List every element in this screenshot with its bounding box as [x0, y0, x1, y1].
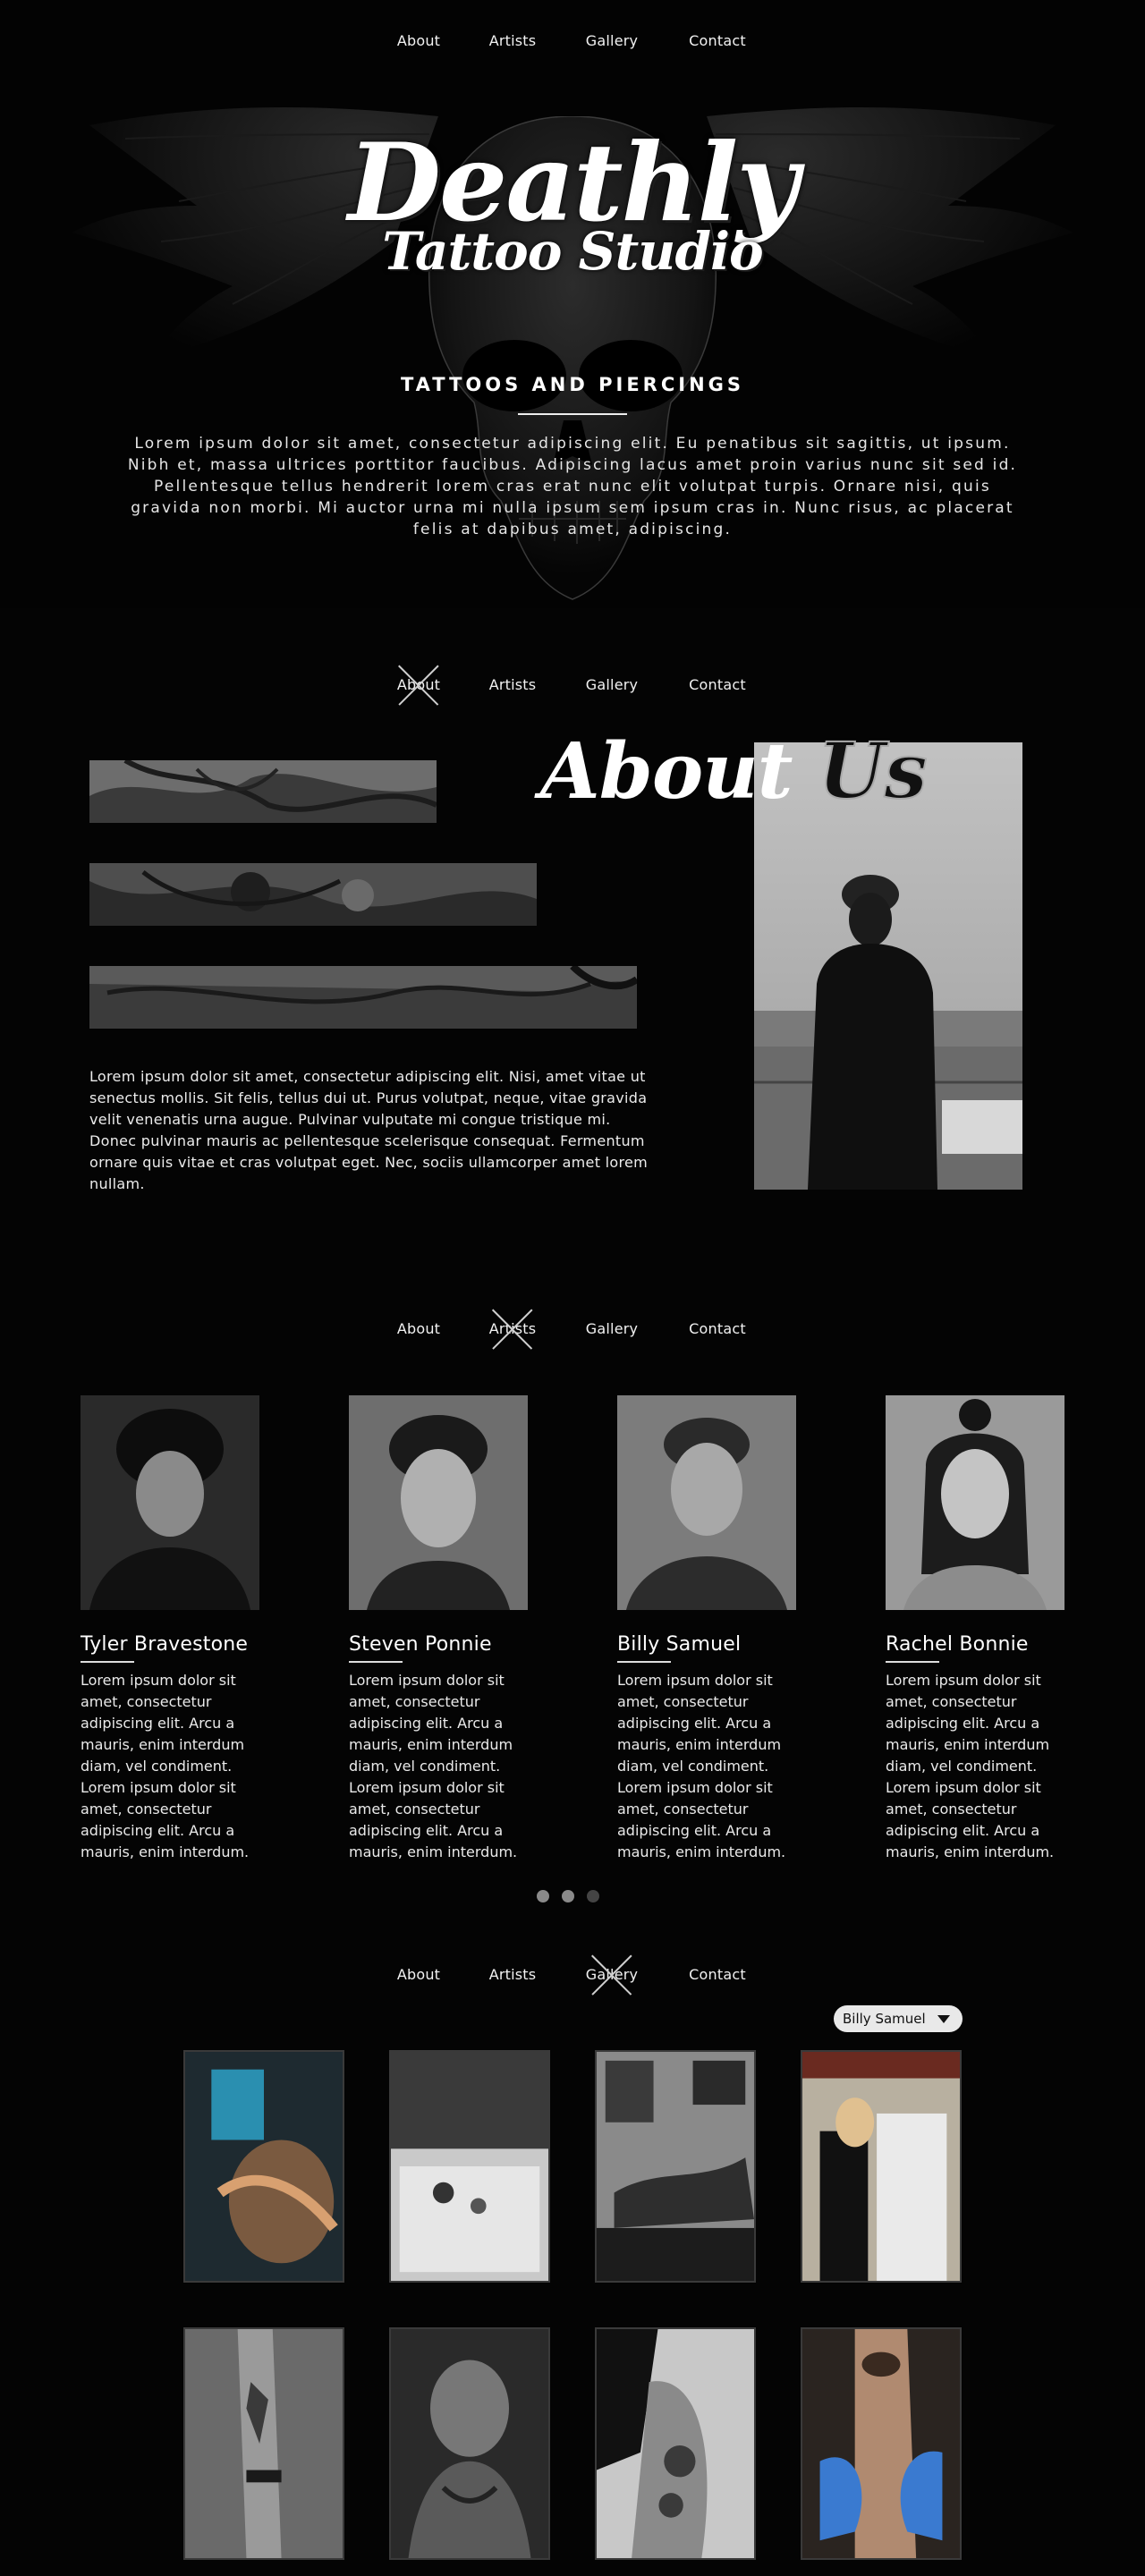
tattoo-strip-image-3 [89, 966, 637, 1029]
carousel-dots [537, 1890, 599, 1902]
artists-section: About Artists Gallery Contact Tyler Brav… [0, 1270, 1145, 1923]
artist-card[interactable]: Billy Samuel Lorem ipsum dolor sit amet,… [617, 1395, 796, 1863]
artist-card[interactable]: Tyler Bravestone Lorem ipsum dolor sit a… [81, 1395, 259, 1863]
nav-artists[interactable]: Artists [489, 676, 537, 693]
about-heading-word: About [540, 726, 793, 817]
artist-card[interactable]: Rachel Bonnie Lorem ipsum dolor sit amet… [886, 1395, 1064, 1863]
nav-contact[interactable]: Contact [689, 1320, 746, 1337]
artist-photo [81, 1395, 259, 1610]
artist-filter-dropdown[interactable]: Billy Samuel [834, 2005, 963, 2032]
gallery-image[interactable] [595, 2327, 756, 2560]
about-description: Lorem ipsum dolor sit amet, consectetur … [89, 1068, 649, 1192]
nav-gallery-active[interactable]: Gallery [586, 1966, 638, 1983]
nav-about-active[interactable]: About [397, 676, 440, 693]
main-nav: About Artists Gallery Contact [0, 32, 1145, 59]
gallery-image[interactable] [595, 2050, 756, 2283]
nav-artists[interactable]: Artists [489, 1966, 537, 1983]
gallery-image[interactable] [801, 2050, 962, 2283]
tattoo-strip-image-2 [89, 863, 537, 926]
logo-subtitle: Tattoo Studio [382, 221, 763, 282]
carousel-dot[interactable] [537, 1890, 549, 1902]
about-nav: About Artists Gallery Contact [0, 676, 1145, 703]
artist-name: Billy Samuel [617, 1633, 742, 1656]
gallery-section: About Artists Gallery Contact Billy Samu… [0, 1923, 1145, 2576]
artists-nav: About Artists Gallery Contact [0, 1320, 1145, 1347]
hero-divider [518, 413, 627, 415]
gallery-image[interactable] [389, 2050, 550, 2283]
artist-name-underline [349, 1661, 403, 1663]
nav-contact[interactable]: Contact [689, 32, 746, 49]
artist-name-underline [617, 1661, 671, 1663]
nav-about[interactable]: About [397, 1966, 440, 1983]
gallery-image[interactable] [389, 2327, 550, 2560]
nav-gallery[interactable]: Gallery [586, 676, 638, 693]
artist-name: Rachel Bonnie [886, 1633, 1029, 1656]
gallery-nav: About Artists Gallery Contact [0, 1966, 1145, 1993]
hero-description: Lorem ipsum dolor sit amet, consectetur … [127, 435, 1018, 538]
nav-about[interactable]: About [397, 1320, 440, 1337]
gallery-image[interactable] [801, 2327, 962, 2560]
nav-artists[interactable]: Artists [489, 32, 537, 49]
artist-photo [349, 1395, 528, 1610]
carousel-dot[interactable] [562, 1890, 574, 1902]
gallery-image[interactable] [183, 2050, 344, 2283]
artist-photo [886, 1395, 1064, 1610]
artist-name-underline [886, 1661, 939, 1663]
artist-description: Lorem ipsum dolor sit amet, consectetur … [81, 1671, 250, 1860]
artist-card[interactable]: Steven Ponnie Lorem ipsum dolor sit amet… [349, 1395, 528, 1863]
chevron-down-icon [937, 2015, 950, 2023]
nav-about[interactable]: About [397, 32, 440, 49]
artist-name-underline [81, 1661, 134, 1663]
artist-description: Lorem ipsum dolor sit amet, consectetur … [886, 1671, 1055, 1860]
nav-gallery[interactable]: Gallery [586, 1320, 638, 1337]
nav-artists-active[interactable]: Artists [489, 1320, 537, 1337]
about-heading: About Us [540, 733, 929, 811]
gallery-image[interactable] [183, 2327, 344, 2560]
nav-gallery[interactable]: Gallery [586, 32, 638, 49]
artist-name: Tyler Bravestone [81, 1633, 249, 1656]
hero-section: About Artists Gallery Contact Deathly Ta… [0, 0, 1145, 608]
about-section: About Artists Gallery Contact About Us L… [0, 608, 1145, 1270]
artist-name: Steven Ponnie [349, 1633, 492, 1656]
artist-description: Lorem ipsum dolor sit amet, consectetur … [617, 1671, 786, 1860]
hero-tagline: TATTOOS AND PIERCINGS [400, 374, 745, 395]
artist-filter-value: Billy Samuel [843, 2011, 926, 2027]
carousel-dot[interactable] [587, 1890, 599, 1902]
nav-contact[interactable]: Contact [689, 1966, 746, 1983]
artist-description: Lorem ipsum dolor sit amet, consectetur … [349, 1671, 518, 1860]
nav-contact[interactable]: Contact [689, 676, 746, 693]
tattoo-strip-image-1 [89, 760, 437, 823]
us-heading-word: Us [817, 726, 928, 817]
artist-photo [617, 1395, 796, 1610]
